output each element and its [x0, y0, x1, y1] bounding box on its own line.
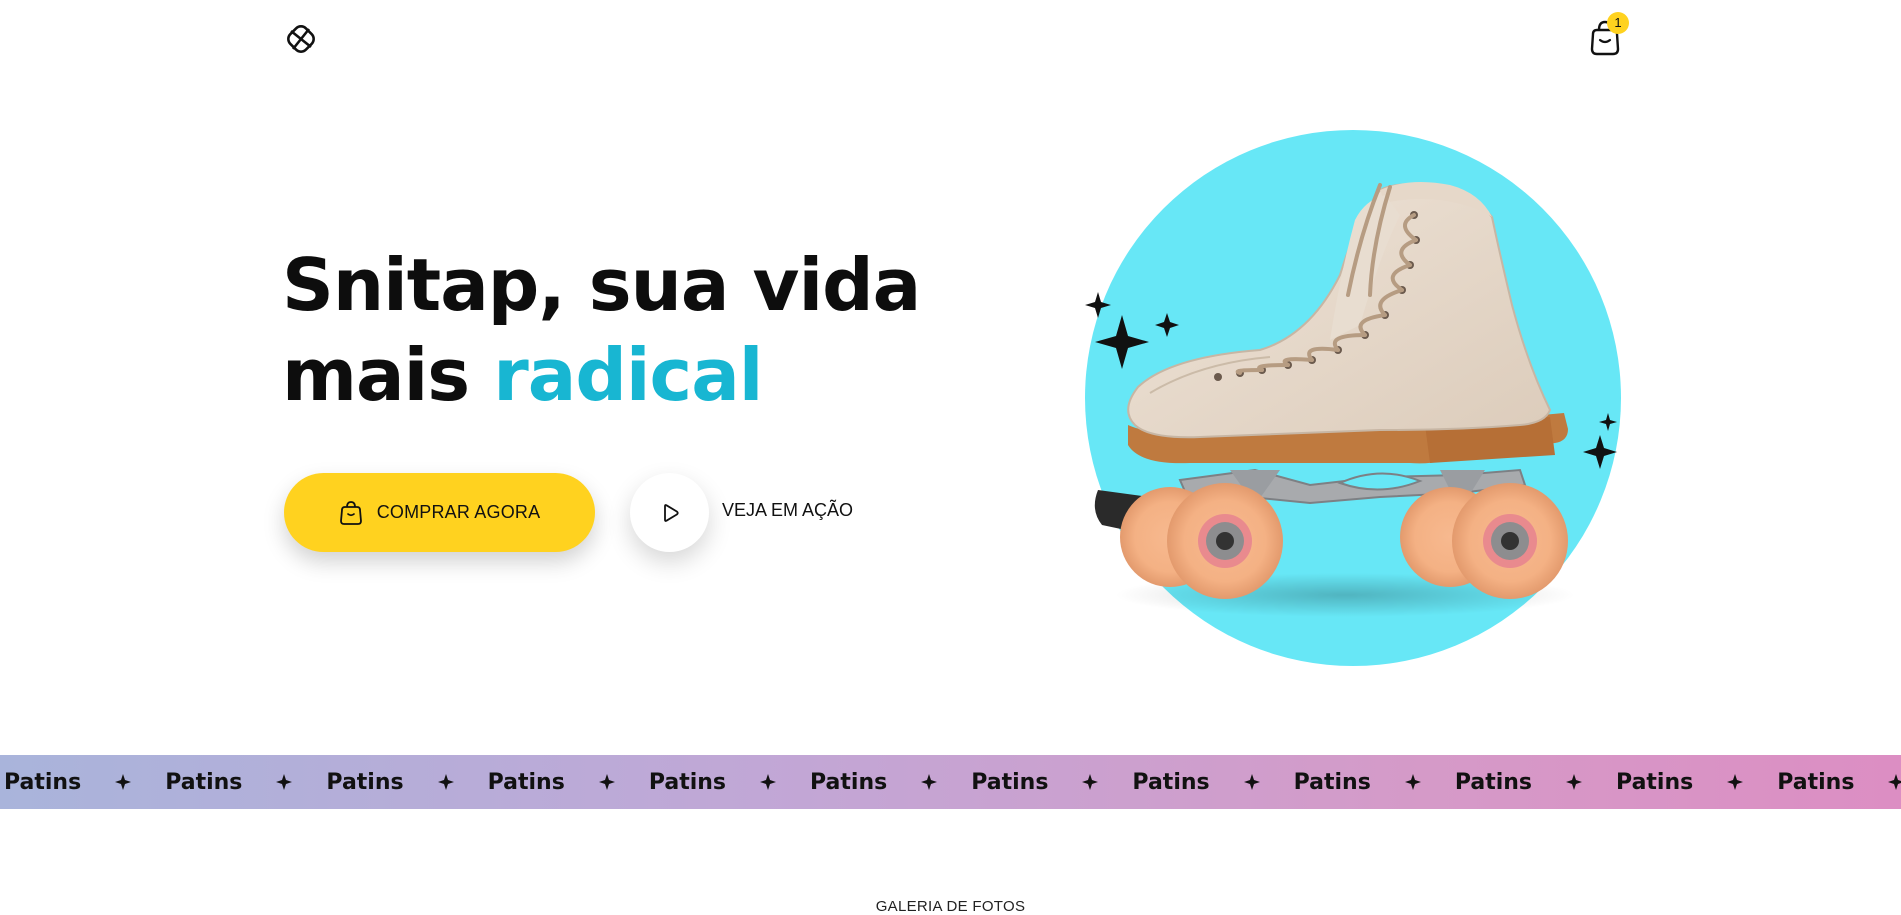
wheel	[1452, 483, 1568, 599]
marquee-word: Patins	[326, 769, 404, 795]
marquee-item: Patins	[326, 770, 487, 795]
marquee-item: Patins	[1616, 770, 1777, 795]
logo-icon[interactable]	[282, 20, 320, 58]
marquee-item: Patins	[165, 770, 326, 795]
play-icon	[663, 503, 679, 522]
marquee-word: Patins	[648, 769, 727, 795]
marquee-word: Patins	[487, 769, 565, 795]
marquee-item: Patins	[810, 770, 971, 795]
sparkle-icon	[276, 774, 293, 790]
sparkle-icon	[437, 774, 454, 790]
marquee-word: Patins	[1293, 769, 1371, 795]
hero-title-line2-prefix: mais	[282, 333, 494, 417]
marquee-word: Patins	[1616, 769, 1694, 795]
hero-title-accent: radical	[493, 333, 763, 417]
site-header: 1	[0, 0, 1901, 80]
roller-skate-image	[1085, 130, 1621, 666]
hero-title: Snitap, sua vida mais radical	[282, 240, 921, 420]
sparkle-icon	[1566, 774, 1583, 790]
marquee-item: Patins	[4, 770, 165, 795]
marquee-word: Patins	[1777, 769, 1855, 795]
marquee-track: Patins Patins Patins Patins Patins Patins Pati…	[4, 770, 1901, 795]
marquee-item: Patins	[1294, 770, 1455, 795]
hero-title-line1: Snitap, sua vida	[282, 243, 921, 327]
sparkle-icon	[921, 774, 938, 790]
sparkle-icon	[1727, 774, 1744, 790]
buy-now-button[interactable]: COMPRAR AGORA	[284, 473, 595, 552]
marquee-word: Patins	[971, 769, 1049, 795]
sparkle-icon	[1404, 774, 1421, 790]
wheel	[1167, 483, 1283, 599]
sparkle-icon	[1243, 774, 1260, 790]
marquee-item: Patins	[1132, 770, 1293, 795]
sparkle-icon	[115, 774, 132, 790]
buy-now-label: COMPRAR AGORA	[376, 502, 541, 522]
sparkle-icon	[1888, 774, 1901, 790]
marquee-item: Patins	[1777, 770, 1901, 795]
marquee-item: Patins	[649, 770, 810, 795]
cart-count-badge: 1	[1607, 12, 1629, 34]
marquee-word: Patins	[1454, 769, 1533, 795]
sparkle-icon	[598, 774, 615, 790]
shopping-bag-icon	[339, 500, 362, 525]
marquee-word: Patins	[4, 769, 82, 795]
watch-in-action-link[interactable]: VEJA EM AÇÃO	[722, 500, 853, 521]
marquee-word: Patins	[1132, 769, 1210, 795]
marquee-item: Patins	[971, 770, 1132, 795]
marquee-banner: Patins Patins Patins Patins Patins Patins Pati…	[0, 755, 1901, 809]
marquee-word: Patins	[165, 769, 243, 795]
gallery-section-label: GALERIA DE FOTOS	[875, 898, 1026, 915]
sparkle-icon	[760, 774, 777, 790]
marquee-item: Patins	[488, 770, 649, 795]
marquee-word: Patins	[810, 769, 888, 795]
marquee-item: Patins	[1455, 770, 1616, 795]
sparkle-icon	[1082, 774, 1099, 790]
play-video-button[interactable]	[630, 473, 709, 552]
